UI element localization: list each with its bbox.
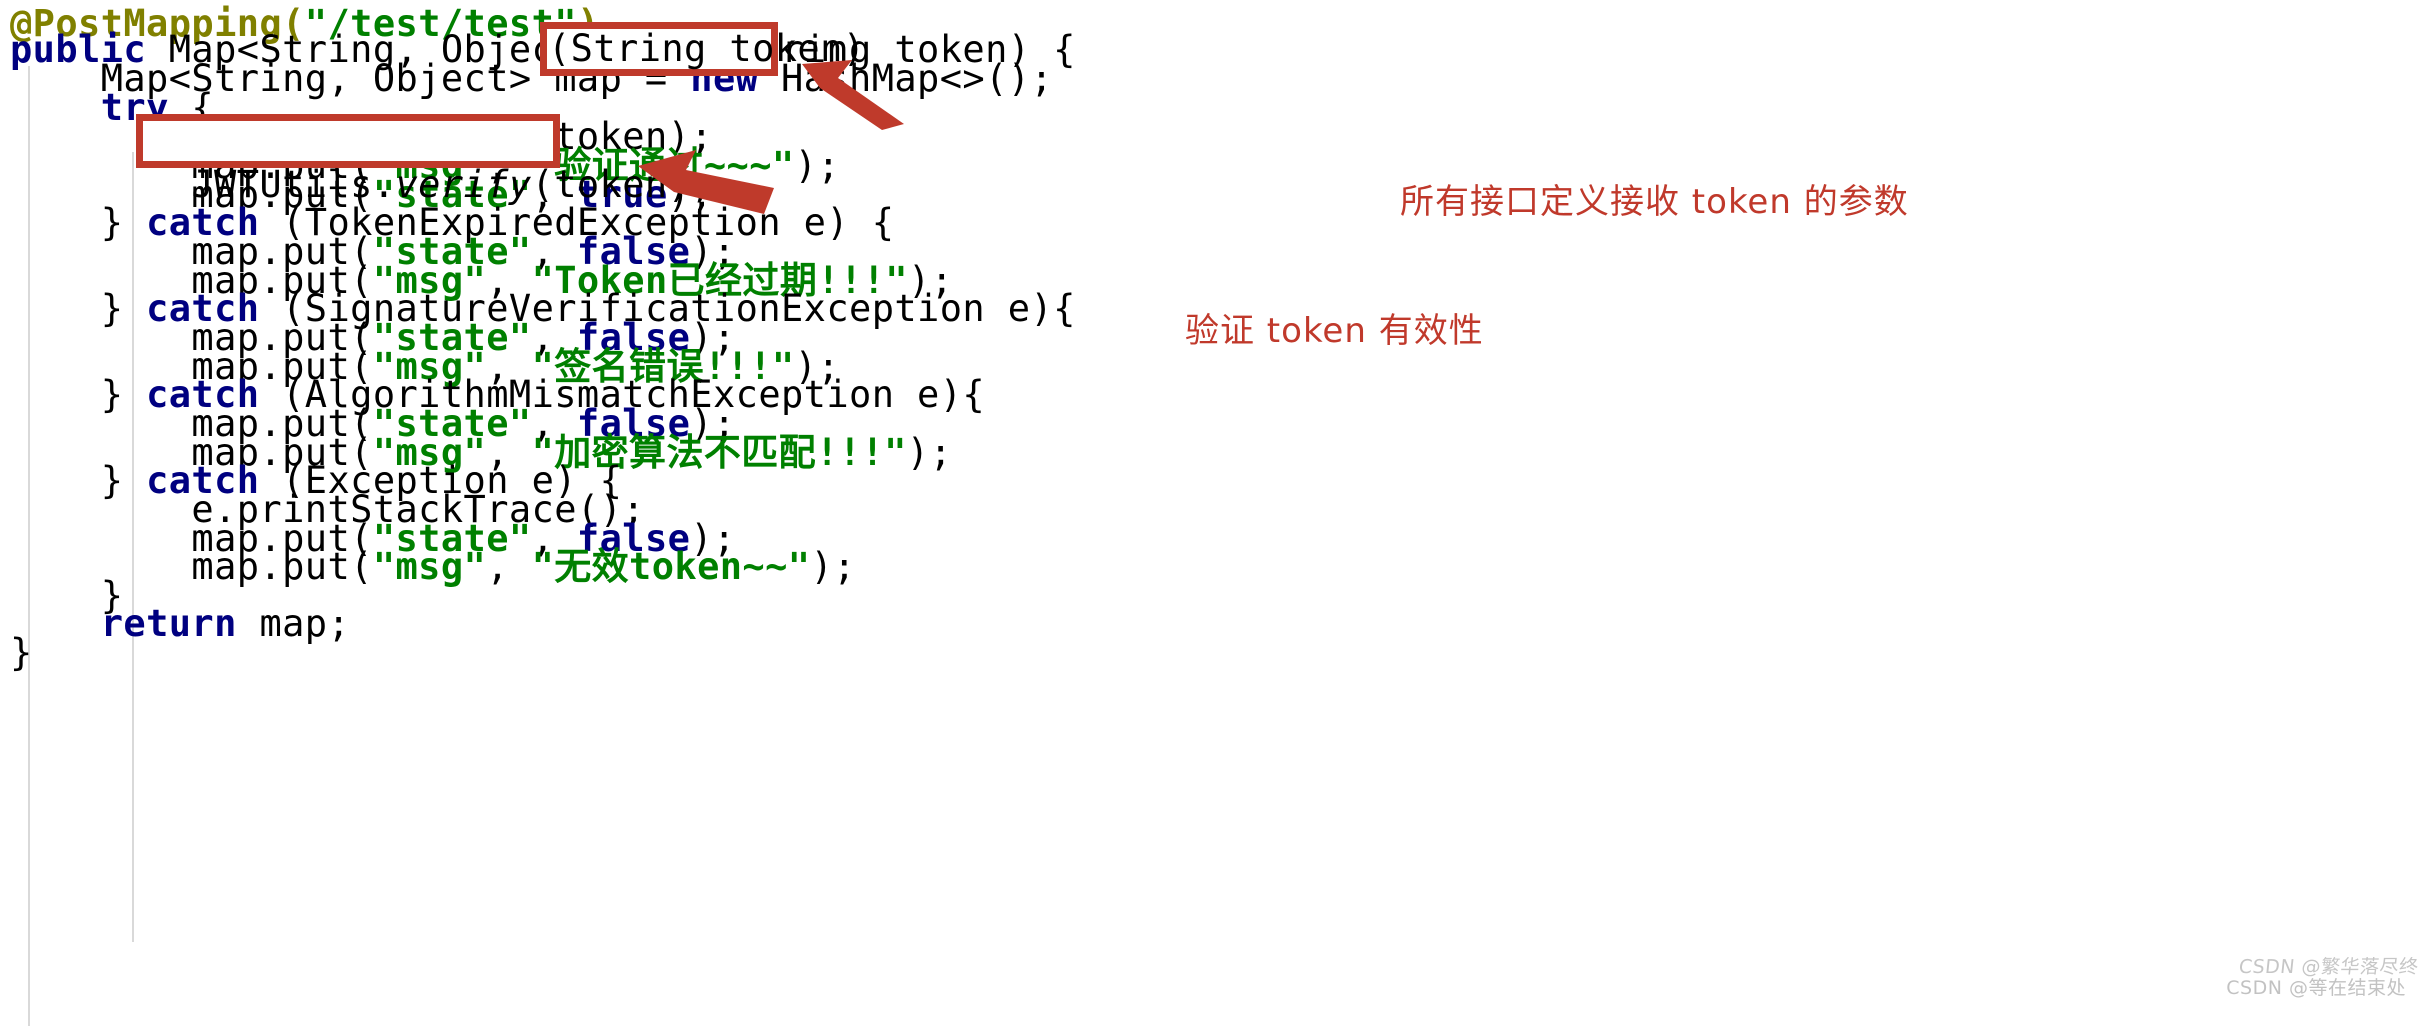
watermark-overlay-text: CSDN @繁华落尽终将静寂 xyxy=(2237,956,2418,978)
annotation-label-token-param: 所有接口定义接收 token 的参数 xyxy=(1400,182,1909,222)
annotation-label-verify-validity: 验证 token 有效性 xyxy=(1185,311,1484,351)
csdn-watermark: CSDN @等在结束处 CSDN @繁华落尽终将静寂 xyxy=(2213,951,2418,1022)
arrow-pointing-to-token-param xyxy=(802,60,904,130)
highlight-box-verify-call-text: JWTUtils.verify(token); xyxy=(191,163,713,206)
watermark-primary-text: CSDN @等在结束处 xyxy=(2226,977,2406,999)
code-line-23: } xyxy=(10,631,33,674)
code-line-22: return map; xyxy=(100,602,351,645)
code-line-20: map.put("msg", "无效token~~"); xyxy=(10,545,856,588)
arrow-pointing-to-verify-call xyxy=(638,150,774,214)
